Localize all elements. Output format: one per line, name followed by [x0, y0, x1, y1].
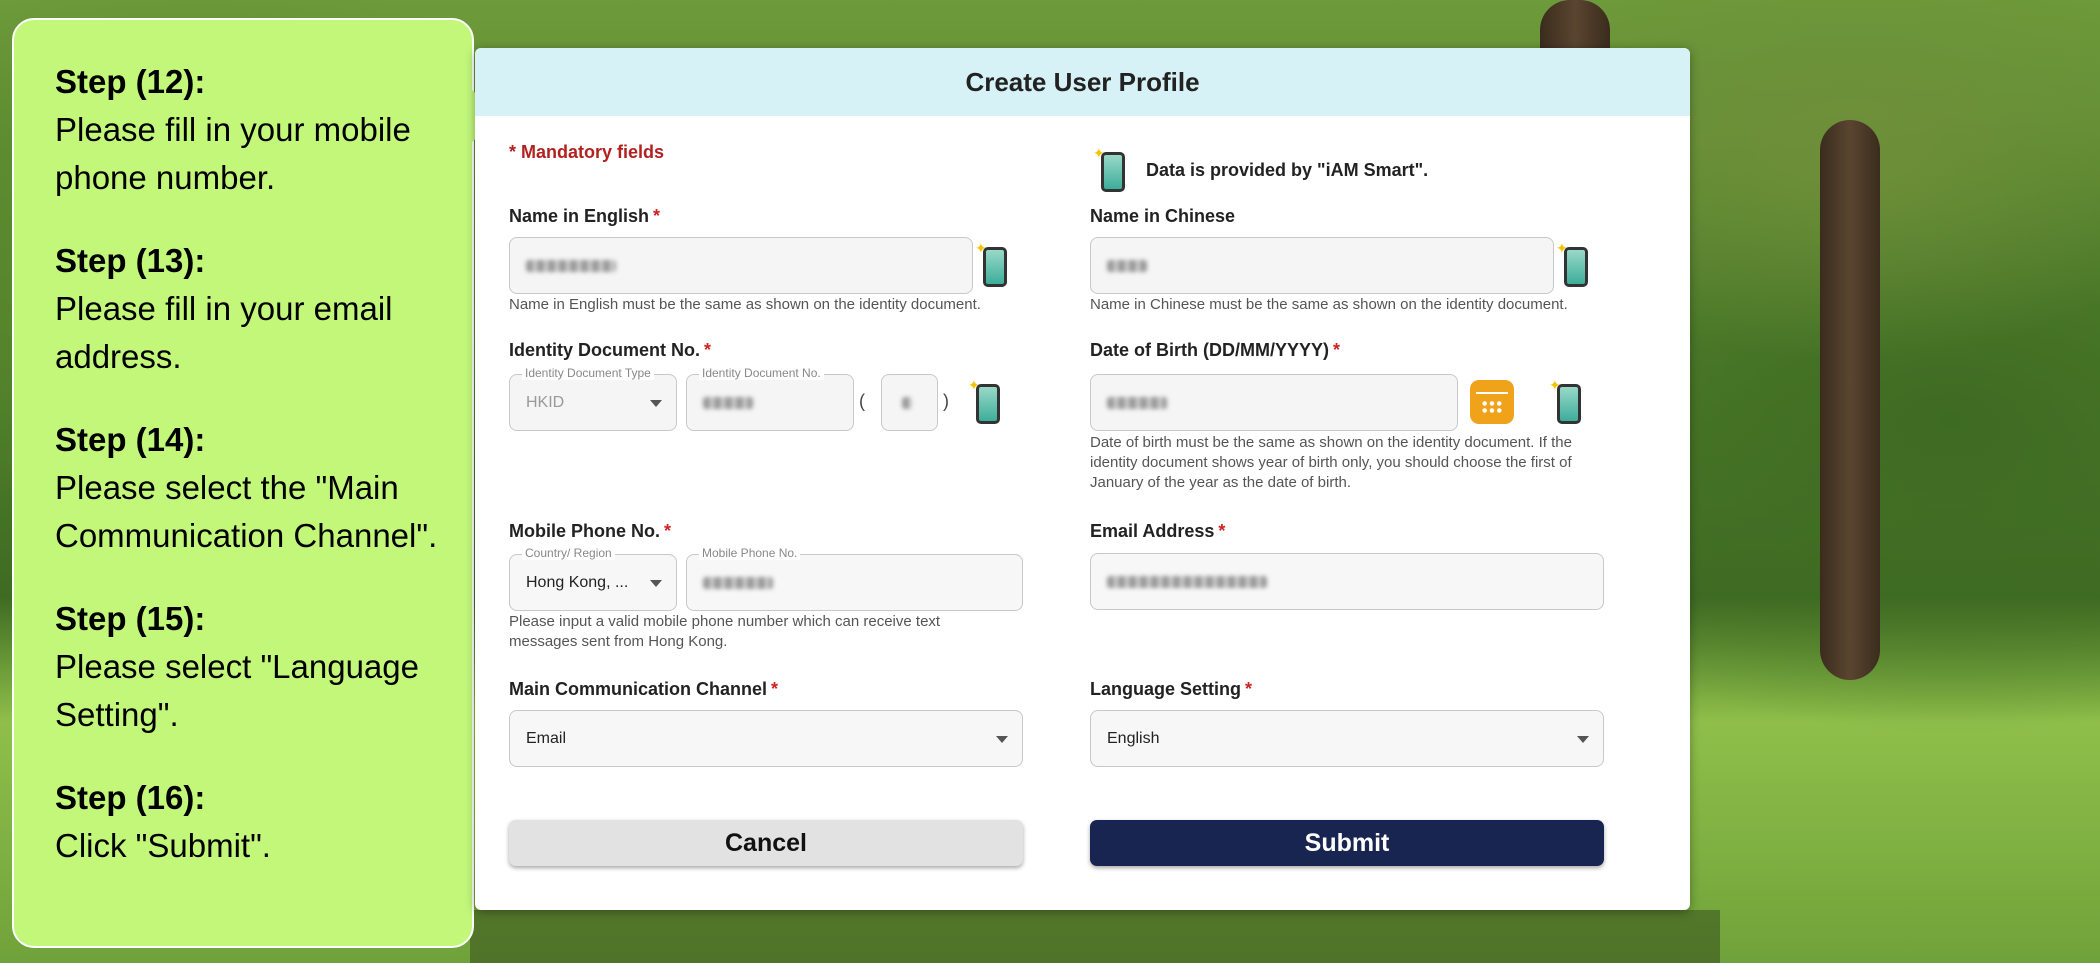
country-region-select[interactable]: Country/ Region Hong Kong, ... — [509, 546, 677, 611]
step-title: Step (13): — [55, 242, 206, 279]
select-value: Email — [526, 729, 567, 747]
redacted-value — [1107, 396, 1167, 409]
redacted-value — [526, 259, 616, 272]
check-digit-paren-open: ( — [859, 391, 865, 411]
mobile-phone-input[interactable]: Mobile Phone No. — [686, 546, 1023, 611]
channel-label: Main Communication Channel * — [509, 679, 778, 700]
label-text: Identity Document No. — [509, 340, 701, 360]
step-12: Step (12): Please fill in your mobile ph… — [55, 58, 472, 202]
check-digit-paren-close: ) — [943, 391, 949, 411]
iam-smart-icon: ✦ — [1556, 241, 1598, 289]
chevron-down-icon — [996, 735, 1008, 743]
floating-label: Identity Document Type — [522, 366, 654, 380]
step-title: Step (16): — [55, 779, 206, 816]
iam-smart-icon: ✦ — [1093, 146, 1135, 194]
required-marker: * — [771, 679, 779, 699]
name-chinese-hint: Name in Chinese must be the same as show… — [1090, 296, 1568, 313]
required-marker: * — [664, 521, 672, 541]
iam-smart-icon: ✦ — [968, 378, 1010, 426]
iam-smart-note: Data is provided by "iAM Smart". — [1146, 160, 1429, 180]
create-user-profile-dialog: Create User Profile * Mandatory fields ✦… — [475, 48, 1690, 910]
required-marker: * — [1333, 340, 1341, 360]
label-text: Date of Birth (DD/MM/YYYY) — [1090, 340, 1330, 360]
step-text: Please select "Language Setting". — [55, 648, 419, 733]
label-text: Language Setting — [1090, 679, 1242, 699]
dialog-title: Create User Profile — [475, 48, 1690, 116]
mandatory-fields-note: * Mandatory fields — [509, 142, 665, 162]
step-text: Please select the "Main Communication Ch… — [55, 469, 438, 554]
dob-hint: Date of birth must be the same as shown … — [1090, 434, 1572, 491]
mobile-phone-hint: Please input a valid mobile phone number… — [509, 613, 941, 650]
chevron-down-icon — [650, 579, 662, 587]
email-input[interactable] — [1090, 553, 1604, 610]
step-13: Step (13): Please fill in your email add… — [55, 237, 472, 381]
step-text: Please fill in your mobile phone number. — [55, 111, 411, 196]
name-english-field[interactable] — [509, 237, 973, 294]
submit-button[interactable]: Submit — [1090, 820, 1604, 866]
name-chinese-field[interactable] — [1090, 237, 1554, 294]
mobile-phone-label: Mobile Phone No. * — [509, 521, 671, 542]
floating-label: Identity Document No. — [699, 366, 824, 380]
channel-select[interactable]: Email — [509, 710, 1023, 767]
name-english-label: Name in English * — [509, 206, 660, 227]
label-text: Mobile Phone No. — [509, 521, 660, 541]
redacted-value — [703, 576, 773, 589]
redacted-value — [1107, 259, 1147, 272]
chevron-down-icon — [1577, 735, 1589, 743]
cancel-button[interactable]: Cancel — [509, 820, 1023, 866]
language-label: Language Setting * — [1090, 679, 1252, 700]
email-label: Email Address * — [1090, 521, 1225, 542]
label-text: Email Address — [1090, 521, 1215, 541]
select-value: HKID — [526, 393, 565, 411]
select-value: Hong Kong, ... — [526, 573, 629, 591]
floating-label: Country/ Region — [522, 546, 615, 560]
step-text: Click "Submit". — [55, 827, 271, 864]
step-text: Please fill in your email address. — [55, 290, 393, 375]
redacted-value — [703, 396, 753, 409]
select-value: English — [1107, 729, 1160, 747]
calendar-icon[interactable] — [1470, 380, 1514, 424]
step-title: Step (15): — [55, 600, 206, 637]
chevron-down-icon — [650, 399, 662, 407]
background-tree-trunk — [1820, 120, 1880, 680]
step-title: Step (14): — [55, 421, 206, 458]
name-chinese-label: Name in Chinese — [1090, 206, 1236, 226]
iam-smart-icon: ✦ — [975, 241, 1017, 289]
redacted-value — [902, 396, 912, 409]
iam-smart-icon: ✦ — [1549, 378, 1591, 426]
instruction-callout: Step (12): Please fill in your mobile ph… — [12, 18, 500, 948]
step-15: Step (15): Please select "Language Setti… — [55, 595, 472, 739]
required-marker: * — [1218, 521, 1226, 541]
id-check-digit-field[interactable] — [881, 374, 938, 431]
required-marker: * — [704, 340, 712, 360]
background-shadow — [470, 910, 1720, 963]
language-select[interactable]: English — [1090, 710, 1604, 767]
id-document-type-select[interactable]: Identity Document Type HKID — [509, 366, 677, 431]
required-marker: * — [653, 206, 661, 226]
redacted-value — [1107, 575, 1267, 588]
id-document-no-field[interactable]: Identity Document No. — [686, 366, 854, 431]
step-16: Step (16): Click "Submit". — [55, 774, 472, 870]
id-document-label: Identity Document No. * — [509, 340, 711, 361]
dob-field[interactable] — [1090, 374, 1458, 431]
floating-label: Mobile Phone No. — [699, 546, 801, 560]
label-text: Main Communication Channel — [509, 679, 768, 699]
required-marker: * — [1245, 679, 1253, 699]
step-14: Step (14): Please select the "Main Commu… — [55, 416, 472, 560]
name-english-hint: Name in English must be the same as show… — [509, 296, 981, 313]
dob-label: Date of Birth (DD/MM/YYYY) * — [1090, 340, 1340, 361]
step-title: Step (12): — [55, 63, 206, 100]
label-text: Name in English — [509, 206, 650, 226]
